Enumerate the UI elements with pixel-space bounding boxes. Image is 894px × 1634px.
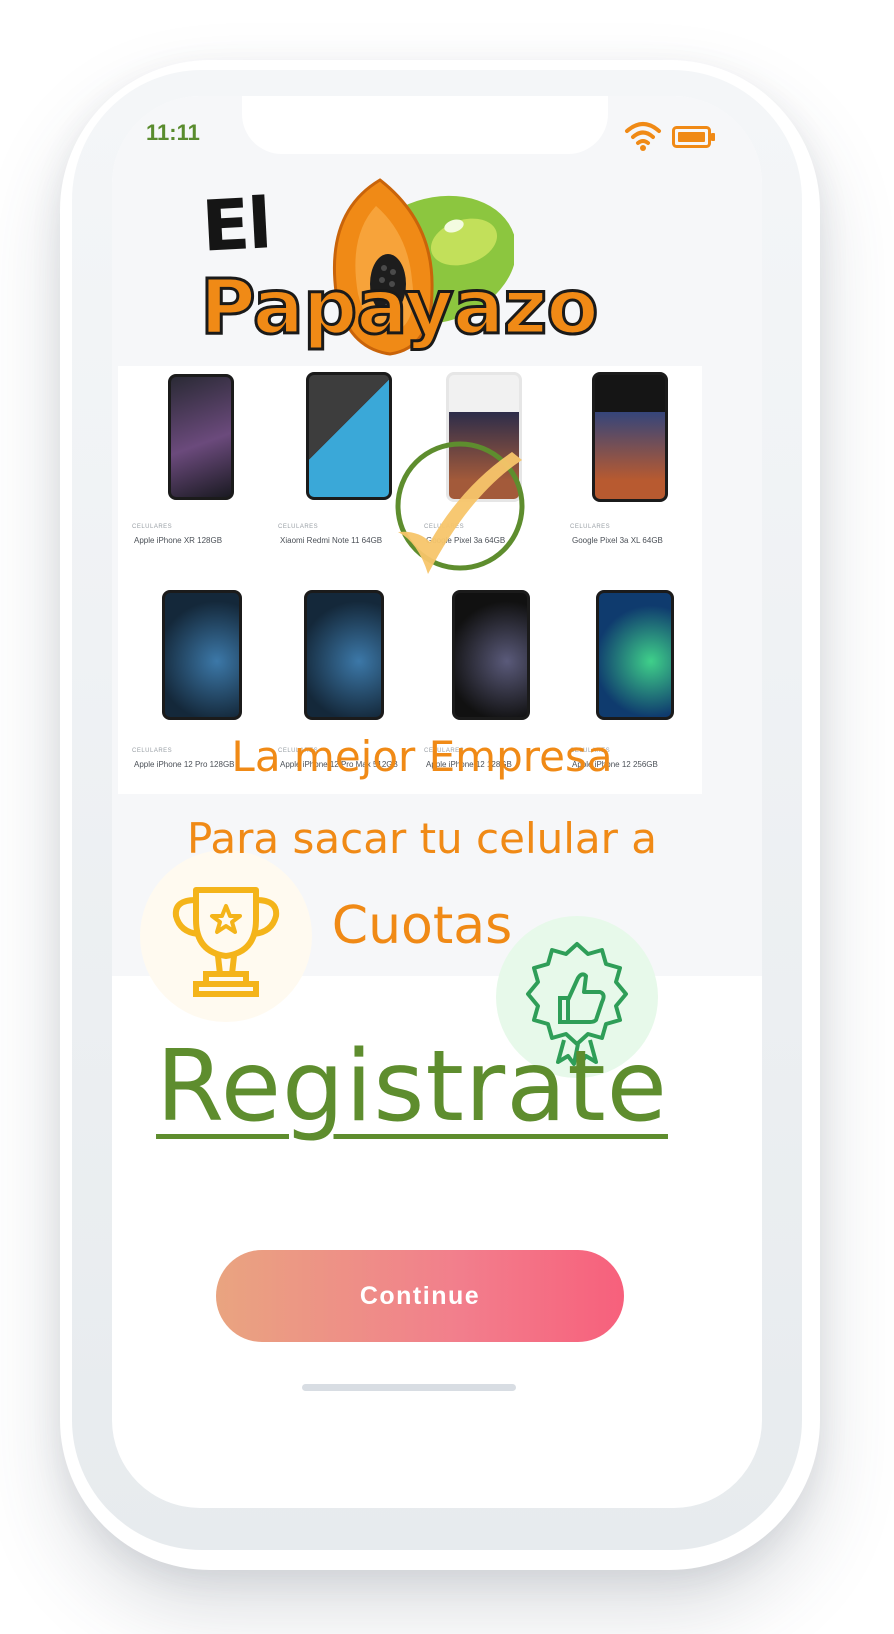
product-image [596, 590, 674, 720]
device-screen: 11:11 El Papayazo CELULARES Apple iPhone… [112, 96, 762, 1508]
product-image [592, 372, 668, 502]
product-name: Google Pixel 3a XL 64GB [572, 536, 663, 545]
stage: 11:11 El Papayazo CELULARES Apple iPhone… [0, 0, 894, 1634]
brand-logo: El Papayazo [199, 176, 642, 376]
check-circle-icon [395, 441, 525, 574]
device-notch [242, 96, 608, 154]
headline-line1: La mejor Empresa [231, 732, 613, 781]
product-image [452, 590, 530, 720]
product-name: Apple iPhone XR 128GB [134, 536, 223, 545]
brand-name-line2: Papayazo [199, 261, 601, 353]
wifi-icon [625, 122, 661, 151]
product-card[interactable]: CELULARES Xiaomi Redmi Note 11 64GB [264, 366, 410, 566]
product-card[interactable]: CELULARES Apple iPhone XR 128GB [118, 366, 264, 566]
product-card[interactable]: CELULARES Google Pixel 3a XL 64GB [556, 366, 702, 566]
product-image [304, 590, 384, 720]
product-image [306, 372, 392, 500]
status-time: 11:11 [146, 120, 200, 145]
brand-name-line1: El [199, 182, 272, 268]
product-image [168, 374, 234, 500]
product-category: CELULARES [132, 524, 173, 530]
continue-button[interactable]: Continue [216, 1250, 624, 1342]
register-link[interactable]: Registrate [152, 1030, 672, 1144]
battery-icon [672, 126, 715, 148]
product-category: CELULARES [278, 524, 319, 530]
home-indicator [302, 1384, 516, 1391]
product-image [162, 590, 242, 720]
product-category: CELULARES [570, 524, 611, 530]
product-name: Xiaomi Redmi Note 11 64GB [280, 536, 383, 545]
headline-line2: Para sacar tu celular a [186, 814, 658, 863]
